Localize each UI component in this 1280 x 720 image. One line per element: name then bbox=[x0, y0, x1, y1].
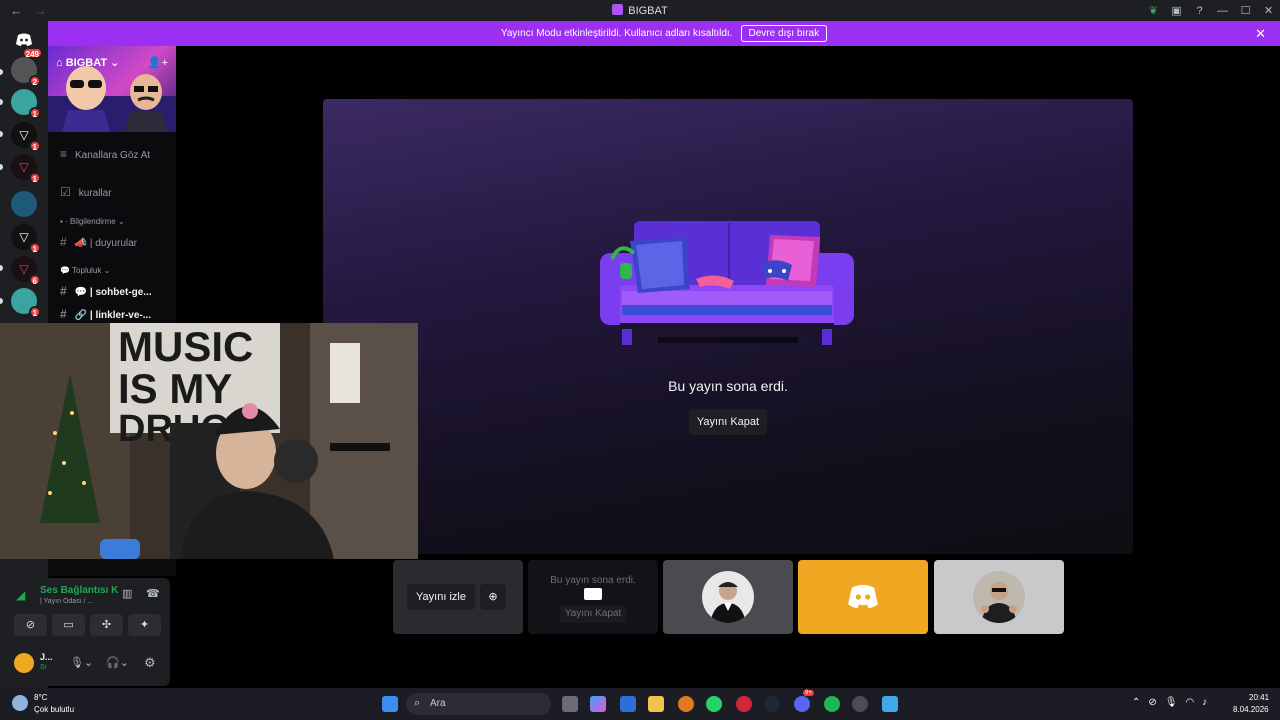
close-icon[interactable]: ✕ bbox=[1257, 4, 1280, 17]
stream-stage: Bu yayın sona erdi. Yayını Kapat bbox=[323, 99, 1133, 554]
close-banner-icon[interactable]: ✕ bbox=[1255, 26, 1266, 42]
svg-text:IS MY: IS MY bbox=[118, 365, 232, 412]
search-icon: ⌕ bbox=[414, 697, 421, 709]
disable-button[interactable]: Devre dışı bırak bbox=[740, 25, 828, 42]
home-button[interactable]: 249 bbox=[11, 27, 43, 59]
server-icon[interactable]: ▽ 1 bbox=[11, 154, 41, 184]
ended-stream-tile[interactable]: Bu yayın sona erdi. Yayını Kapat bbox=[528, 560, 658, 634]
weather-temp[interactable]: 8°C bbox=[34, 693, 47, 702]
avatar bbox=[702, 571, 754, 623]
help-icon[interactable]: ? bbox=[1188, 5, 1211, 17]
hash-icon: # bbox=[60, 307, 67, 321]
server-name[interactable]: ⌂ BIGBAT ⌄ bbox=[56, 56, 119, 69]
voice-status[interactable]: Ses Bağlantısı K bbox=[40, 585, 118, 596]
stream-ended-text: Bu yayın sona erdi. bbox=[668, 378, 788, 394]
share-screen-button[interactable]: ▭ bbox=[52, 614, 85, 636]
tile-close-text[interactable]: Yayını Kapat bbox=[560, 605, 626, 623]
user-status: Sı bbox=[40, 664, 47, 671]
zoom-icon[interactable]: ⊕ bbox=[480, 584, 506, 610]
hash-icon: # bbox=[60, 235, 67, 249]
soundboard-button[interactable]: ✦ bbox=[128, 614, 161, 636]
channel-announcements[interactable]: # 📣 | duyurular bbox=[60, 235, 137, 249]
clock-time[interactable]: 20:41 bbox=[1249, 693, 1269, 702]
participant-tile[interactable] bbox=[663, 560, 793, 634]
clock-date[interactable]: 8.04.2026 bbox=[1233, 705, 1269, 714]
minimize-icon[interactable]: — bbox=[1211, 5, 1234, 17]
leaf-icon[interactable]: ❦ bbox=[1142, 4, 1165, 17]
server-icon[interactable]: 1 bbox=[11, 288, 41, 318]
spotify-icon[interactable] bbox=[824, 696, 840, 712]
screen-share-icon[interactable]: ▣ bbox=[1165, 4, 1188, 17]
folder-icon[interactable] bbox=[648, 696, 664, 712]
chrome-icon[interactable] bbox=[852, 696, 868, 712]
close-stream-button[interactable]: Yayını Kapat bbox=[689, 409, 767, 435]
weather-icon[interactable] bbox=[12, 695, 28, 711]
channel-links[interactable]: # 🔗 | linkler-ve-... bbox=[60, 307, 151, 321]
server-icon[interactable]: ▽ 6 bbox=[11, 256, 41, 286]
voice-room[interactable]: | Yayın Odası / ... bbox=[40, 598, 93, 605]
channel-rules[interactable]: ☑ kurallar bbox=[60, 185, 112, 199]
server-icon[interactable]: ▽ 1 bbox=[11, 224, 41, 254]
server-banner[interactable]: ⌂ BIGBAT ⌄ 👤+ bbox=[48, 46, 176, 132]
participant-tile[interactable] bbox=[798, 560, 928, 634]
hash-icon: # bbox=[60, 284, 67, 298]
category-info[interactable]: ▪ · Bilgilendirme ⌄ bbox=[60, 217, 125, 226]
noise-icon[interactable]: ▥ bbox=[122, 587, 132, 600]
disconnect-icon[interactable]: ☎ bbox=[146, 587, 160, 600]
svg-text:MUSIC: MUSIC bbox=[118, 323, 253, 370]
opera-icon[interactable] bbox=[736, 696, 752, 712]
signal-icon: ◢ bbox=[16, 588, 26, 602]
server-logo-icon bbox=[612, 4, 624, 15]
server-icon[interactable]: ▽ 1 bbox=[11, 122, 41, 152]
couch-illustration bbox=[600, 221, 854, 345]
stream-preview-tile[interactable]: Yayını izle ⊕ bbox=[393, 560, 523, 634]
window-title: BIGBAT bbox=[0, 4, 1280, 17]
whatsapp-icon[interactable] bbox=[706, 696, 722, 712]
browse-icon: ≡ bbox=[60, 147, 68, 161]
webcam-video: MUSIC IS MY DRUG bbox=[0, 323, 418, 559]
weather-desc[interactable]: Çok bulutlu bbox=[34, 705, 74, 714]
title-bar: ← → BIGBAT ❦ ▣ ? — ☐ ✕ bbox=[0, 0, 1280, 21]
task-view-icon[interactable] bbox=[562, 696, 578, 712]
browse-channels[interactable]: ≡ Kanallara Göz At bbox=[60, 147, 150, 161]
participant-tile[interactable] bbox=[934, 560, 1064, 634]
activities-button[interactable]: ✣ bbox=[90, 614, 123, 636]
webcam-overlay: MUSIC IS MY DRUG bbox=[0, 323, 418, 559]
mic-icon[interactable]: 🎙⌄ bbox=[70, 656, 93, 669]
rules-icon: ☑ bbox=[60, 185, 71, 199]
server-icon[interactable]: 1 bbox=[11, 89, 41, 119]
channel-chat[interactable]: # 💬 | sohbet-ge... bbox=[60, 284, 152, 298]
discord-icon bbox=[848, 584, 878, 609]
tray-icons[interactable]: ⌃⊘🎙◠♪ bbox=[1132, 697, 1215, 708]
discord-icon bbox=[16, 33, 32, 46]
streamer-mode-banner: Yayıncı Modu etkinleştirildi. Kullanıcı … bbox=[48, 21, 1280, 46]
copilot-icon[interactable] bbox=[590, 696, 606, 712]
category-community[interactable]: 💬 Topluluk ⌄ bbox=[60, 266, 110, 275]
discord-taskbar-icon[interactable]: 9+ bbox=[794, 690, 814, 712]
banner-text: Yayıncı Modu etkinleştirildi. Kullanıcı … bbox=[500, 28, 733, 39]
steam-icon[interactable] bbox=[764, 696, 780, 712]
settings-icon[interactable]: ⚙ bbox=[144, 655, 156, 671]
watch-stream-button[interactable]: Yayını izle bbox=[407, 584, 475, 610]
invite-icon[interactable]: 👤+ bbox=[148, 56, 168, 69]
headphones-icon[interactable]: 🎧⌄ bbox=[106, 656, 129, 669]
taskbar: 8°C Çok bulutlu ⌕ Ara 9+ ⌃⊘🎙◠♪ 20:41 8.0… bbox=[0, 688, 1280, 720]
server-icon[interactable]: 2 bbox=[11, 57, 41, 87]
notepad-icon[interactable] bbox=[882, 696, 898, 712]
store-icon[interactable] bbox=[620, 696, 636, 712]
start-icon[interactable] bbox=[382, 696, 398, 712]
search-box[interactable]: ⌕ Ara bbox=[406, 693, 551, 715]
user-avatar[interactable] bbox=[14, 653, 34, 673]
user-name[interactable]: J... bbox=[40, 652, 53, 662]
monitor-icon bbox=[584, 588, 602, 600]
camera-off-button[interactable]: ⊘ bbox=[14, 614, 47, 636]
maximize-icon[interactable]: ☐ bbox=[1234, 4, 1257, 17]
discord-badge: 9+ bbox=[803, 690, 814, 696]
server-icon[interactable] bbox=[11, 191, 37, 217]
avatar bbox=[973, 571, 1025, 623]
search-placeholder: Ara bbox=[430, 698, 446, 709]
tile-ended-text: Bu yayın sona erdi. bbox=[550, 575, 636, 586]
voice-panel: ◢ Ses Bağlantısı K | Yayın Odası / ... ▥… bbox=[6, 578, 170, 686]
shield-icon[interactable] bbox=[678, 696, 694, 712]
